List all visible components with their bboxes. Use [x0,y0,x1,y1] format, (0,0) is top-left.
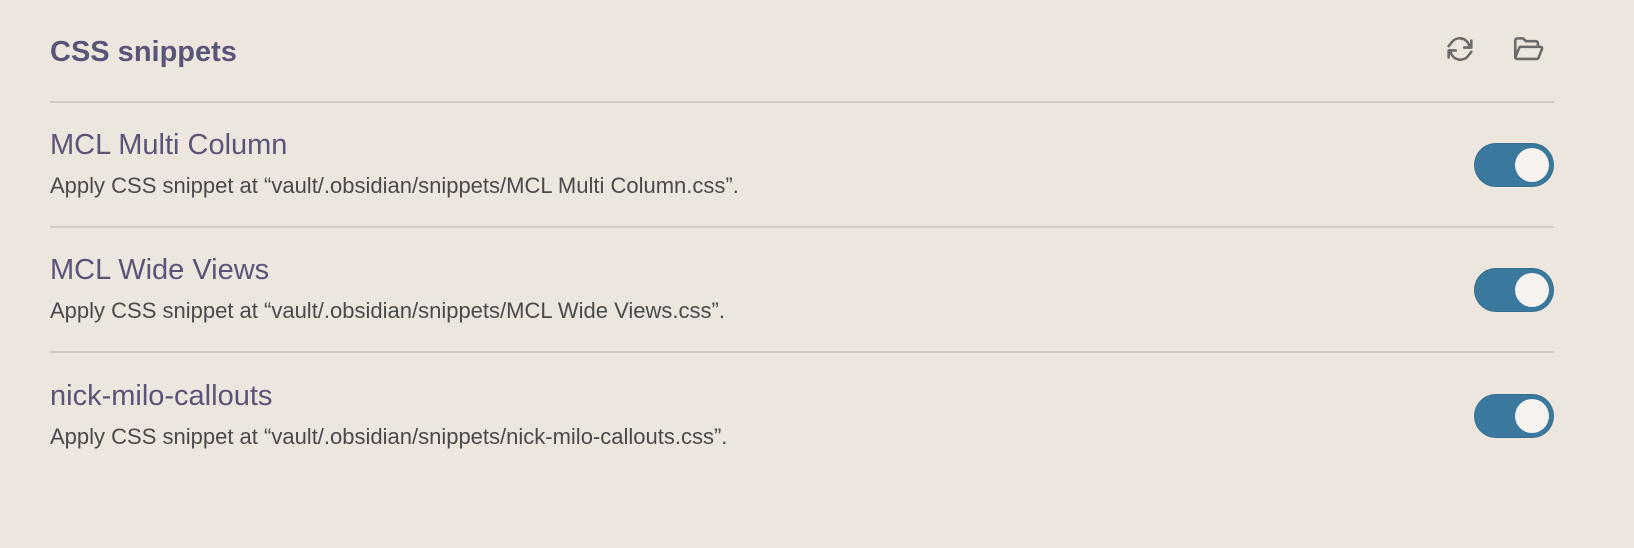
snippet-row: MCL Multi Column Apply CSS snippet at “v… [50,103,1554,228]
snippet-description: Apply CSS snippet at “vault/.obsidian/sn… [50,298,725,324]
snippet-row: nick-milo-callouts Apply CSS snippet at … [50,353,1554,478]
snippet-name: MCL Wide Views [50,254,270,287]
snippet-name: MCL Multi Column [50,129,288,162]
header-actions [1442,31,1546,67]
snippet-description: Apply CSS snippet at “vault/.obsidian/sn… [50,424,728,450]
reload-icon [1447,36,1473,61]
css-snippets-panel: CSS snippets MCL Multi Column Apply CSS … [50,0,1554,478]
folder-open-icon [1513,36,1544,60]
snippet-description: Apply CSS snippet at “vault/.obsidian/sn… [50,173,739,199]
section-header: CSS snippets [50,0,1554,103]
snippet-toggle[interactable] [1474,393,1554,438]
snippet-toggle[interactable] [1474,142,1554,187]
toggle-knob [1515,147,1549,182]
snippet-row: MCL Wide Views Apply CSS snippet at “vau… [50,228,1554,353]
open-snippets-folder-button[interactable] [1510,31,1546,67]
reload-snippets-button[interactable] [1442,31,1478,67]
snippet-info: nick-milo-callouts Apply CSS snippet at … [50,381,727,449]
snippet-info: MCL Multi Column Apply CSS snippet at “v… [50,130,739,198]
toggle-knob [1515,398,1549,433]
snippet-name: nick-milo-callouts [50,380,273,413]
snippet-info: MCL Wide Views Apply CSS snippet at “vau… [50,255,725,323]
toggle-knob [1515,272,1549,307]
section-title: CSS snippets [50,36,237,68]
snippet-toggle[interactable] [1474,267,1554,312]
